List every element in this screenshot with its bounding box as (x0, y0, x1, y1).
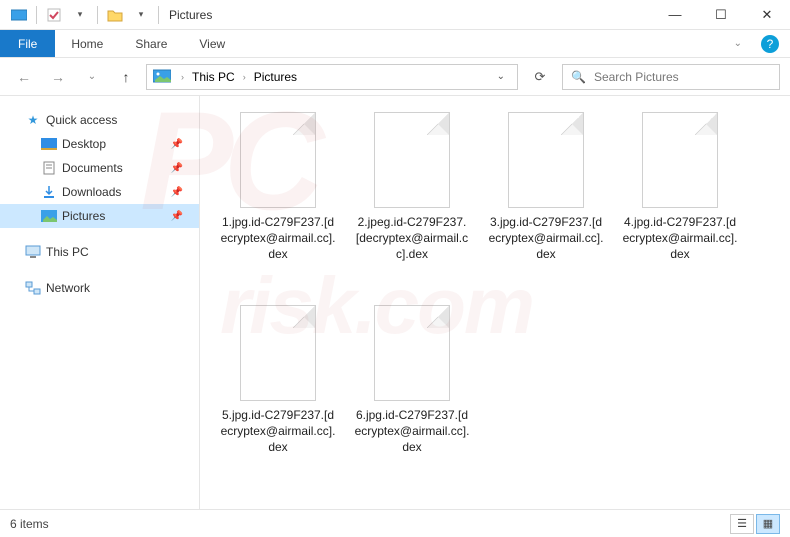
close-button[interactable]: ✕ (744, 0, 790, 30)
file-icon (642, 112, 718, 208)
file-item[interactable]: 5.jpg.id-C279F237.[decryptex@airmail.cc]… (220, 301, 336, 486)
downloads-icon (40, 185, 58, 199)
sidebar-quick-access[interactable]: ★ Quick access (0, 108, 199, 132)
file-item[interactable]: 1.jpg.id-C279F237.[decryptex@airmail.cc]… (220, 108, 336, 293)
file-icon (374, 112, 450, 208)
search-placeholder: Search Pictures (594, 70, 679, 84)
help-icon: ? (761, 35, 779, 53)
search-icon: 🔍 (571, 70, 586, 84)
separator (97, 6, 98, 24)
star-icon: ★ (24, 113, 42, 127)
window-title: Pictures (169, 8, 212, 22)
file-name: 3.jpg.id-C279F237.[decryptex@airmail.cc]… (488, 214, 604, 263)
file-item[interactable]: 3.jpg.id-C279F237.[decryptex@airmail.cc]… (488, 108, 604, 293)
sidebar-item-desktop[interactable]: Desktop 📌 (0, 132, 199, 156)
pin-icon: 📌 (171, 163, 183, 174)
titlebar: ▾ ▾ Pictures — ☐ ✕ (0, 0, 790, 30)
minimize-button[interactable]: — (652, 0, 698, 30)
breadcrumb-item[interactable]: Pictures (254, 70, 297, 84)
file-item[interactable]: 2.jpeg.id-C279F237.[decryptex@airmail.cc… (354, 108, 470, 293)
separator (36, 6, 37, 24)
properties-icon[interactable] (43, 4, 65, 26)
computer-icon (24, 245, 42, 259)
sidebar-network[interactable]: Network (0, 276, 199, 300)
sidebar-item-documents[interactable]: Documents 📌 (0, 156, 199, 180)
pictures-icon (153, 69, 173, 85)
pin-icon: 📌 (171, 211, 183, 222)
file-name: 4.jpg.id-C279F237.[decryptex@airmail.cc]… (622, 214, 738, 263)
file-name: 1.jpg.id-C279F237.[decryptex@airmail.cc]… (220, 214, 336, 263)
chevron-right-icon[interactable]: › (243, 72, 246, 82)
file-name: 5.jpg.id-C279F237.[decryptex@airmail.cc]… (220, 407, 336, 456)
item-count: 6 items (10, 517, 49, 531)
desktop-icon (40, 138, 58, 150)
pin-icon: 📌 (171, 139, 183, 150)
tab-home[interactable]: Home (55, 30, 119, 57)
file-item[interactable]: 4.jpg.id-C279F237.[decryptex@airmail.cc]… (622, 108, 738, 293)
tab-view[interactable]: View (183, 30, 241, 57)
breadcrumb-item[interactable]: This PC (192, 70, 235, 84)
folder-icon (104, 4, 126, 26)
sidebar-item-label: Documents (62, 161, 123, 175)
navbar: ← → ⌄ ↑ › This PC › Pictures ⌄ ⟳ 🔍 Searc… (0, 58, 790, 96)
app-icon (8, 4, 30, 26)
help-button[interactable]: ? (758, 32, 782, 56)
file-icon (508, 112, 584, 208)
forward-button[interactable]: → (44, 63, 72, 91)
sidebar-item-pictures[interactable]: Pictures 📌 (0, 204, 199, 228)
statusbar: 6 items ☰ ▦ (0, 509, 790, 537)
file-menu[interactable]: File (0, 30, 55, 57)
quick-access-toolbar: ▾ ▾ (0, 4, 161, 26)
address-dropdown[interactable]: ⌄ (491, 71, 511, 82)
file-icon (240, 305, 316, 401)
ribbon: File Home Share View ⌄ ? (0, 30, 790, 58)
navigation-pane: ★ Quick access Desktop 📌 Documents 📌 Dow… (0, 96, 200, 509)
file-item[interactable]: 6.jpg.id-C279F237.[decryptex@airmail.cc]… (354, 301, 470, 486)
network-icon (24, 281, 42, 295)
sidebar-item-label: This PC (46, 245, 89, 259)
sidebar-item-label: Quick access (46, 113, 117, 127)
pin-icon: 📌 (171, 187, 183, 198)
address-bar[interactable]: › This PC › Pictures ⌄ (146, 64, 518, 90)
chevron-down-icon[interactable]: ▾ (130, 4, 152, 26)
sidebar-item-downloads[interactable]: Downloads 📌 (0, 180, 199, 204)
pictures-icon (40, 210, 58, 222)
file-list[interactable]: 1.jpg.id-C279F237.[decryptex@airmail.cc]… (200, 96, 790, 509)
main: ★ Quick access Desktop 📌 Documents 📌 Dow… (0, 96, 790, 509)
refresh-button[interactable]: ⟳ (524, 63, 556, 91)
sidebar-item-label: Pictures (62, 209, 105, 223)
ribbon-expand[interactable]: ⌄ (718, 30, 758, 57)
sidebar-item-label: Network (46, 281, 90, 295)
sidebar-this-pc[interactable]: This PC (0, 240, 199, 264)
recent-dropdown[interactable]: ⌄ (78, 63, 106, 91)
details-view-button[interactable]: ☰ (730, 514, 754, 534)
up-button[interactable]: ↑ (112, 63, 140, 91)
view-toggle: ☰ ▦ (730, 514, 780, 534)
file-name: 6.jpg.id-C279F237.[decryptex@airmail.cc]… (354, 407, 470, 456)
sidebar-item-label: Downloads (62, 185, 121, 199)
search-input[interactable]: 🔍 Search Pictures (562, 64, 780, 90)
chevron-down-icon[interactable]: ▾ (69, 4, 91, 26)
documents-icon (40, 161, 58, 175)
file-icon (240, 112, 316, 208)
file-name: 2.jpeg.id-C279F237.[decryptex@airmail.cc… (354, 214, 470, 263)
maximize-button[interactable]: ☐ (698, 0, 744, 30)
tab-share[interactable]: Share (119, 30, 183, 57)
back-button[interactable]: ← (10, 63, 38, 91)
sidebar-item-label: Desktop (62, 137, 106, 151)
icons-view-button[interactable]: ▦ (756, 514, 780, 534)
file-icon (374, 305, 450, 401)
separator (158, 6, 159, 24)
chevron-right-icon[interactable]: › (181, 72, 184, 82)
